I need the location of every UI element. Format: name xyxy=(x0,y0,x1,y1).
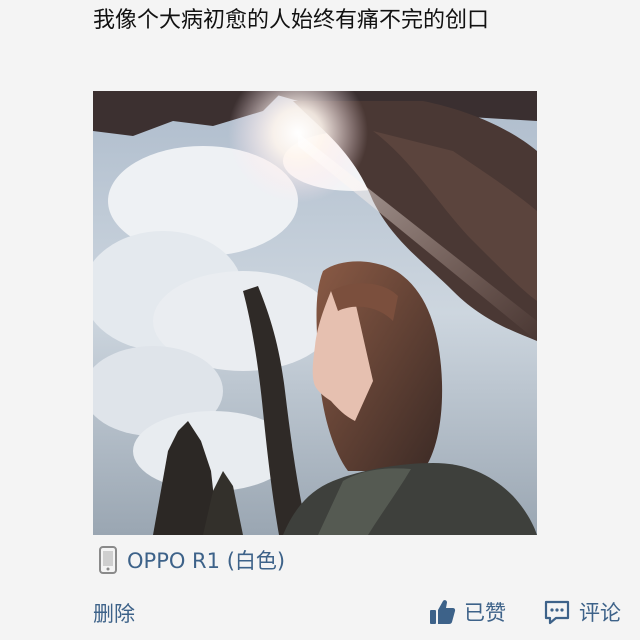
comment-button[interactable]: 评论 xyxy=(543,596,621,628)
thumbs-up-icon xyxy=(430,600,456,624)
device-label[interactable]: OPPO R1 (白色) xyxy=(127,545,285,575)
like-button[interactable]: 已赞 xyxy=(428,596,506,628)
action-bar: 删除 已赞 评论 xyxy=(0,596,640,630)
delete-button[interactable]: 删除 xyxy=(93,598,135,628)
feed-post: 我像个大病初愈的人始终有痛不完的创口 OPPO R1 (白色) 删除 已赞 评论 xyxy=(0,0,640,640)
phone-icon xyxy=(99,546,117,574)
post-photo[interactable] xyxy=(93,91,537,535)
device-info: OPPO R1 (白色) xyxy=(97,544,285,576)
post-text: 我像个大病初愈的人始终有痛不完的创口 xyxy=(93,8,490,33)
like-label: 已赞 xyxy=(464,601,506,625)
comment-bubble-icon xyxy=(544,600,570,625)
comment-label: 评论 xyxy=(579,601,621,625)
